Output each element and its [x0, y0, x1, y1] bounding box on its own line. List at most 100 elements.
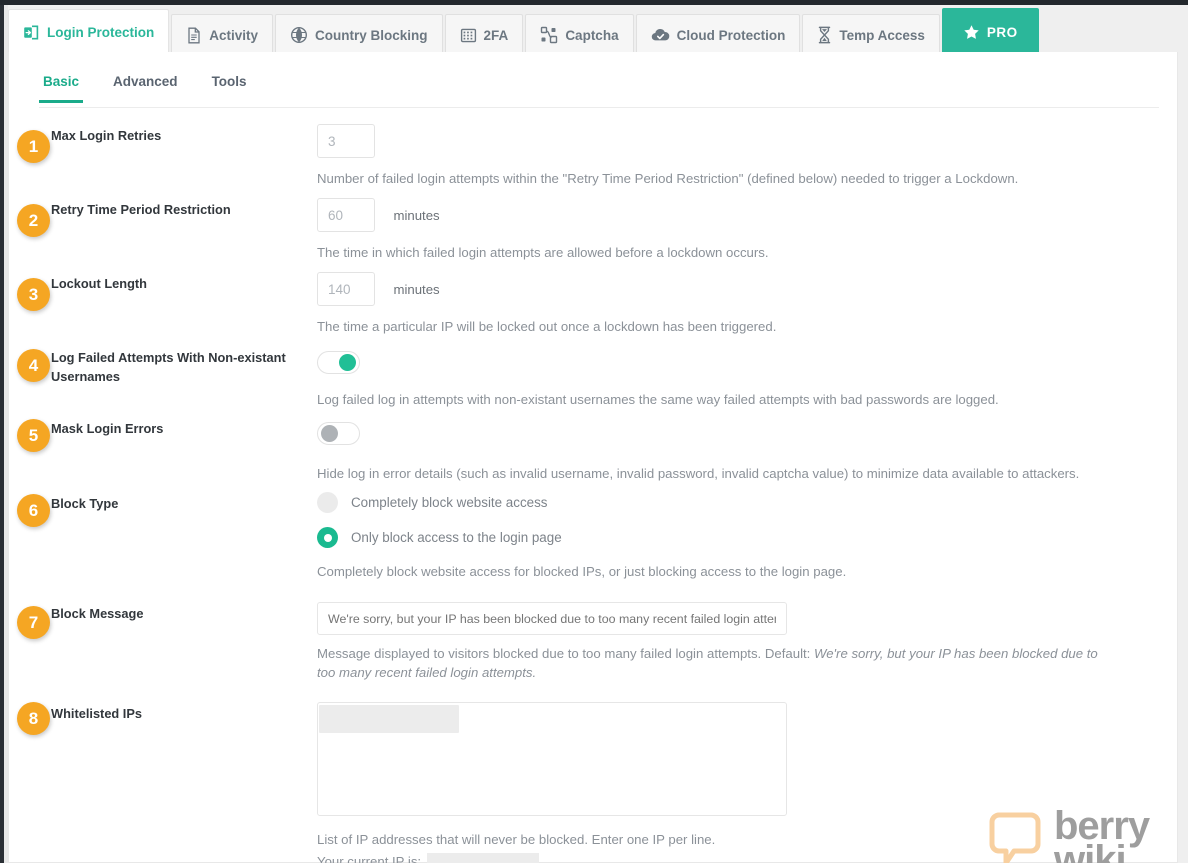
keypad-icon	[460, 27, 477, 44]
setting-label: Block Type	[51, 496, 119, 511]
admin-sidebar-edge	[0, 5, 4, 863]
setting-label: Max Login Retries	[51, 128, 162, 143]
badge-number: 6	[28, 500, 39, 520]
step-badge-2: 2	[17, 204, 50, 237]
step-badge-3: 3	[17, 278, 50, 311]
setting-description: Message displayed to visitors blocked du…	[317, 644, 1117, 682]
radio-button-selected[interactable]	[317, 527, 338, 548]
globe-icon	[290, 26, 308, 44]
setting-row-log-failed-attempts: 4 Log Failed Attempts With Non-existant …	[9, 346, 1179, 417]
step-badge-5: 5	[17, 419, 50, 452]
tab-label: 2FA	[483, 27, 509, 43]
badge-number: 7	[28, 612, 39, 632]
setting-label: Block Message	[51, 606, 144, 621]
subtab-advanced[interactable]: Advanced	[109, 74, 182, 103]
tab-pro[interactable]: PRO	[941, 8, 1039, 55]
tab-label: Country Blocking	[315, 27, 428, 43]
tab-label: Activity	[209, 27, 259, 43]
tab-captcha[interactable]: Captcha	[525, 14, 634, 55]
tab-cloud-protection[interactable]: Cloud Protection	[635, 14, 801, 55]
subtab-label: Basic	[43, 74, 80, 89]
setting-label: Mask Login Errors	[51, 421, 164, 436]
subtab-basic[interactable]: Basic	[39, 74, 84, 103]
tab-login-protection[interactable]: Login Protection	[8, 9, 170, 55]
badge-number: 1	[28, 136, 39, 156]
cloud-check-icon	[651, 27, 670, 43]
radio-label: Completely block website access	[351, 495, 548, 510]
block-message-input[interactable]	[317, 602, 787, 635]
tab-2fa[interactable]: 2FA	[444, 14, 524, 55]
speech-bubble-icon	[984, 810, 1046, 863]
setting-description: Number of failed login attempts within t…	[317, 171, 1019, 186]
sub-tab-bar: Basic Advanced Tools	[39, 74, 1159, 108]
app-window: Login Protection Activity Country Blocki…	[0, 0, 1188, 863]
tab-label: Cloud Protection	[676, 27, 786, 43]
retry-time-period-input[interactable]	[317, 198, 375, 232]
block-message-desc-prefix: Message displayed to visitors blocked du…	[317, 646, 814, 661]
admin-bar	[0, 0, 1188, 5]
settings-panel: Basic Advanced Tools 1 Max Login Retries…	[8, 52, 1178, 863]
step-badge-1: 1	[17, 130, 50, 163]
star-icon	[963, 24, 980, 41]
step-badge-4: 4	[17, 349, 50, 382]
redacted-current-ip	[427, 853, 540, 863]
setting-row-retry-time-period: 2 Retry Time Period Restriction minutes …	[9, 198, 1179, 272]
redacted-ip-block	[319, 705, 459, 733]
mask-login-errors-toggle[interactable]	[317, 422, 360, 445]
setting-description: The time in which failed login attempts …	[317, 245, 769, 260]
setting-description: Completely block website access for bloc…	[317, 564, 847, 579]
settings-list: 1 Max Login Retries Number of failed log…	[9, 124, 1179, 863]
setting-row-max-login-retries: 1 Max Login Retries Number of failed log…	[9, 124, 1179, 198]
captcha-nodes-icon	[540, 26, 558, 44]
lockout-length-unit: minutes	[393, 281, 440, 297]
tab-label: Captcha	[565, 27, 619, 43]
lockout-length-input[interactable]	[317, 272, 375, 306]
setting-row-block-message: 7 Block Message Message displayed to vis…	[9, 602, 1179, 702]
setting-label: Retry Time Period Restriction	[51, 202, 231, 217]
step-badge-8: 8	[17, 702, 50, 735]
badge-number: 2	[28, 210, 39, 230]
setting-description: Log failed log in attempts with non-exis…	[317, 392, 999, 407]
badge-number: 5	[28, 425, 39, 445]
max-login-retries-input[interactable]	[317, 124, 375, 158]
badge-number: 3	[28, 284, 39, 304]
block-type-option-complete[interactable]: Completely block website access	[317, 492, 1149, 513]
tab-label: Temp Access	[839, 27, 925, 43]
setting-description: The time a particular IP will be locked …	[317, 319, 777, 334]
tab-label: Login Protection	[47, 25, 155, 40]
current-ip-label: Your current IP is:	[317, 854, 422, 863]
tab-activity[interactable]: Activity	[171, 14, 274, 55]
log-failed-attempts-toggle[interactable]	[317, 351, 360, 374]
setting-row-lockout-length: 3 Lockout Length minutes The time a part…	[9, 272, 1179, 346]
step-badge-6: 6	[17, 494, 50, 527]
radio-label: Only block access to the login page	[351, 530, 562, 545]
main-tab-bar: Login Protection Activity Country Blocki…	[8, 7, 1178, 55]
subtab-tools[interactable]: Tools	[208, 74, 251, 103]
tab-country-blocking[interactable]: Country Blocking	[275, 14, 443, 55]
retry-time-unit: minutes	[393, 207, 440, 223]
berrywiki-watermark: berry wiki.	[984, 806, 1150, 863]
toggle-knob	[339, 354, 356, 371]
watermark-line-2: wiki.	[1054, 838, 1137, 863]
block-type-option-login-only[interactable]: Only block access to the login page	[317, 527, 1149, 548]
step-badge-7: 7	[17, 606, 50, 639]
setting-label: Lockout Length	[51, 276, 147, 291]
setting-row-block-type: 6 Block Type Completely block website ac…	[9, 492, 1179, 602]
hourglass-icon	[817, 26, 832, 44]
badge-number: 8	[28, 708, 39, 728]
login-door-icon	[23, 24, 40, 41]
toggle-knob	[321, 425, 338, 442]
subtab-label: Advanced	[113, 74, 178, 89]
badge-number: 4	[28, 355, 39, 375]
setting-label: Whitelisted IPs	[51, 706, 143, 721]
watermark-text: berry wiki.	[1054, 806, 1150, 863]
tab-label: PRO	[986, 24, 1018, 40]
right-gutter	[1178, 5, 1188, 863]
setting-label: Log Failed Attempts With Non-existant Us…	[51, 350, 286, 384]
tab-temp-access[interactable]: Temp Access	[802, 14, 940, 55]
radio-button[interactable]	[317, 492, 338, 513]
setting-row-mask-login-errors: 5 Mask Login Errors Hide log in error de…	[9, 417, 1179, 492]
setting-description: Hide log in error details (such as inval…	[317, 466, 1080, 481]
document-icon	[186, 27, 202, 44]
subtab-label: Tools	[211, 74, 247, 89]
